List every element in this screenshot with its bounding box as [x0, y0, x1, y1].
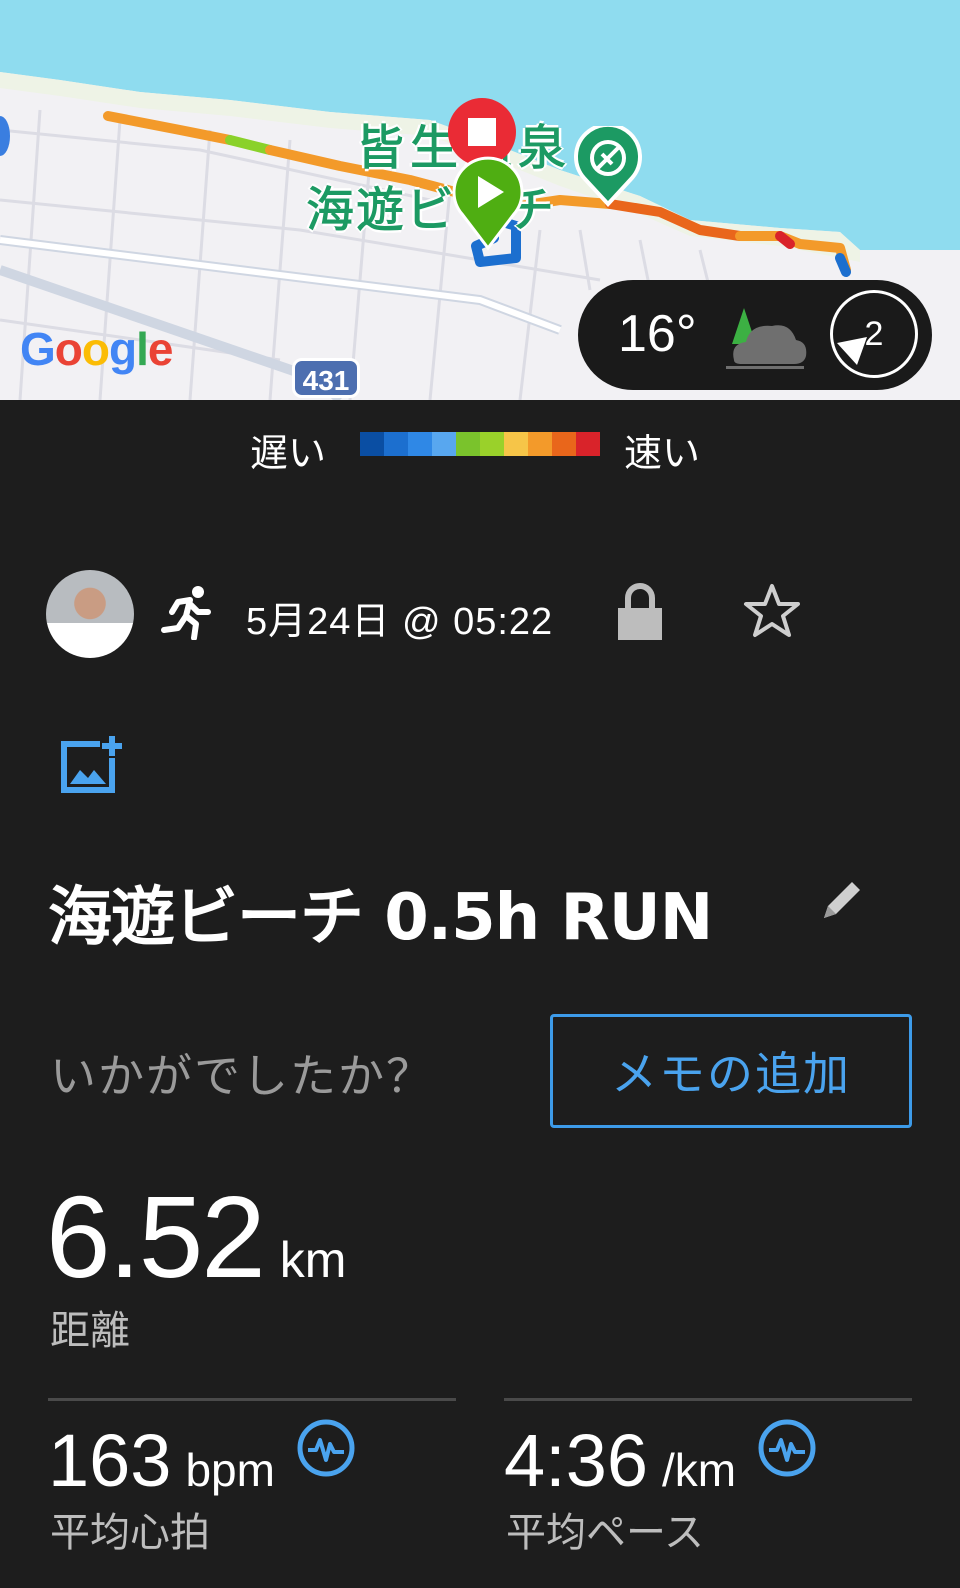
pace-color-scale [360, 432, 600, 456]
pace-unit: /km [662, 1444, 737, 1496]
activity-datetime: 5月24日 @ 05:22 [246, 601, 554, 643]
divider-left [48, 1398, 456, 1401]
pace-color-swatch [552, 432, 576, 456]
route-start-marker-icon[interactable] [452, 156, 524, 252]
pace-color-swatch [528, 432, 552, 456]
avatar[interactable] [46, 570, 134, 658]
star-icon[interactable] [742, 582, 802, 640]
heart-rate-chart-icon[interactable] [296, 1418, 356, 1478]
pace-stat: 4:36/km [504, 1418, 817, 1503]
wind-indicator: 2 [830, 290, 918, 378]
route-number-sign: 431 [292, 358, 360, 398]
legend-fast-label: 速い [624, 431, 701, 475]
pace-legend: 遅い 速い [0, 420, 960, 475]
pace-color-swatch [576, 432, 600, 456]
divider-right [504, 1398, 912, 1401]
add-photo-icon[interactable] [60, 734, 126, 794]
pace-color-swatch [360, 432, 384, 456]
route-map[interactable]: 皆生温泉 海遊ビーチ Google 431 16° 2 [0, 0, 960, 400]
pace-value: 4:36 [504, 1419, 649, 1502]
lock-icon[interactable] [616, 582, 664, 642]
legend-slow-label: 遅い [250, 431, 327, 475]
weather-panel[interactable]: 16° 2 [578, 280, 932, 390]
heart-rate-stat: 163 bpm [48, 1418, 356, 1503]
pace-color-swatch [456, 432, 480, 456]
pace-label: 平均ペース [506, 1510, 704, 1556]
pace-color-swatch [504, 432, 528, 456]
distance-unit: km [279, 1232, 347, 1288]
distance-value: 6.52 [46, 1172, 266, 1302]
google-logo: Google [20, 323, 173, 375]
activity-header: 5月24日 @ 05:22 [0, 568, 960, 658]
pace-color-swatch [408, 432, 432, 456]
heart-rate-value: 163 [48, 1419, 172, 1502]
beach-poi-icon[interactable] [572, 126, 644, 208]
distance-label: 距離 [50, 1308, 130, 1354]
pace-color-swatch [384, 432, 408, 456]
activity-title: 海遊ビーチ 0.5h RUN [48, 881, 713, 955]
feedback-question: いかがでしたか？ [50, 1049, 434, 1103]
pace-chart-icon[interactable] [757, 1418, 817, 1478]
temperature: 16° [618, 305, 697, 363]
running-icon [161, 586, 211, 640]
add-memo-button[interactable]: メモの追加 [550, 1014, 912, 1128]
cloudy-weather-icon [726, 308, 807, 369]
heart-rate-label: 平均心拍 [50, 1510, 210, 1556]
pace-color-swatch [480, 432, 504, 456]
distance-stat: 6.52 km [46, 1170, 346, 1304]
wind-level: 2 [864, 315, 884, 353]
heart-rate-unit: bpm [185, 1444, 275, 1496]
pace-color-swatch [432, 432, 456, 456]
pencil-edit-icon[interactable] [820, 876, 866, 922]
